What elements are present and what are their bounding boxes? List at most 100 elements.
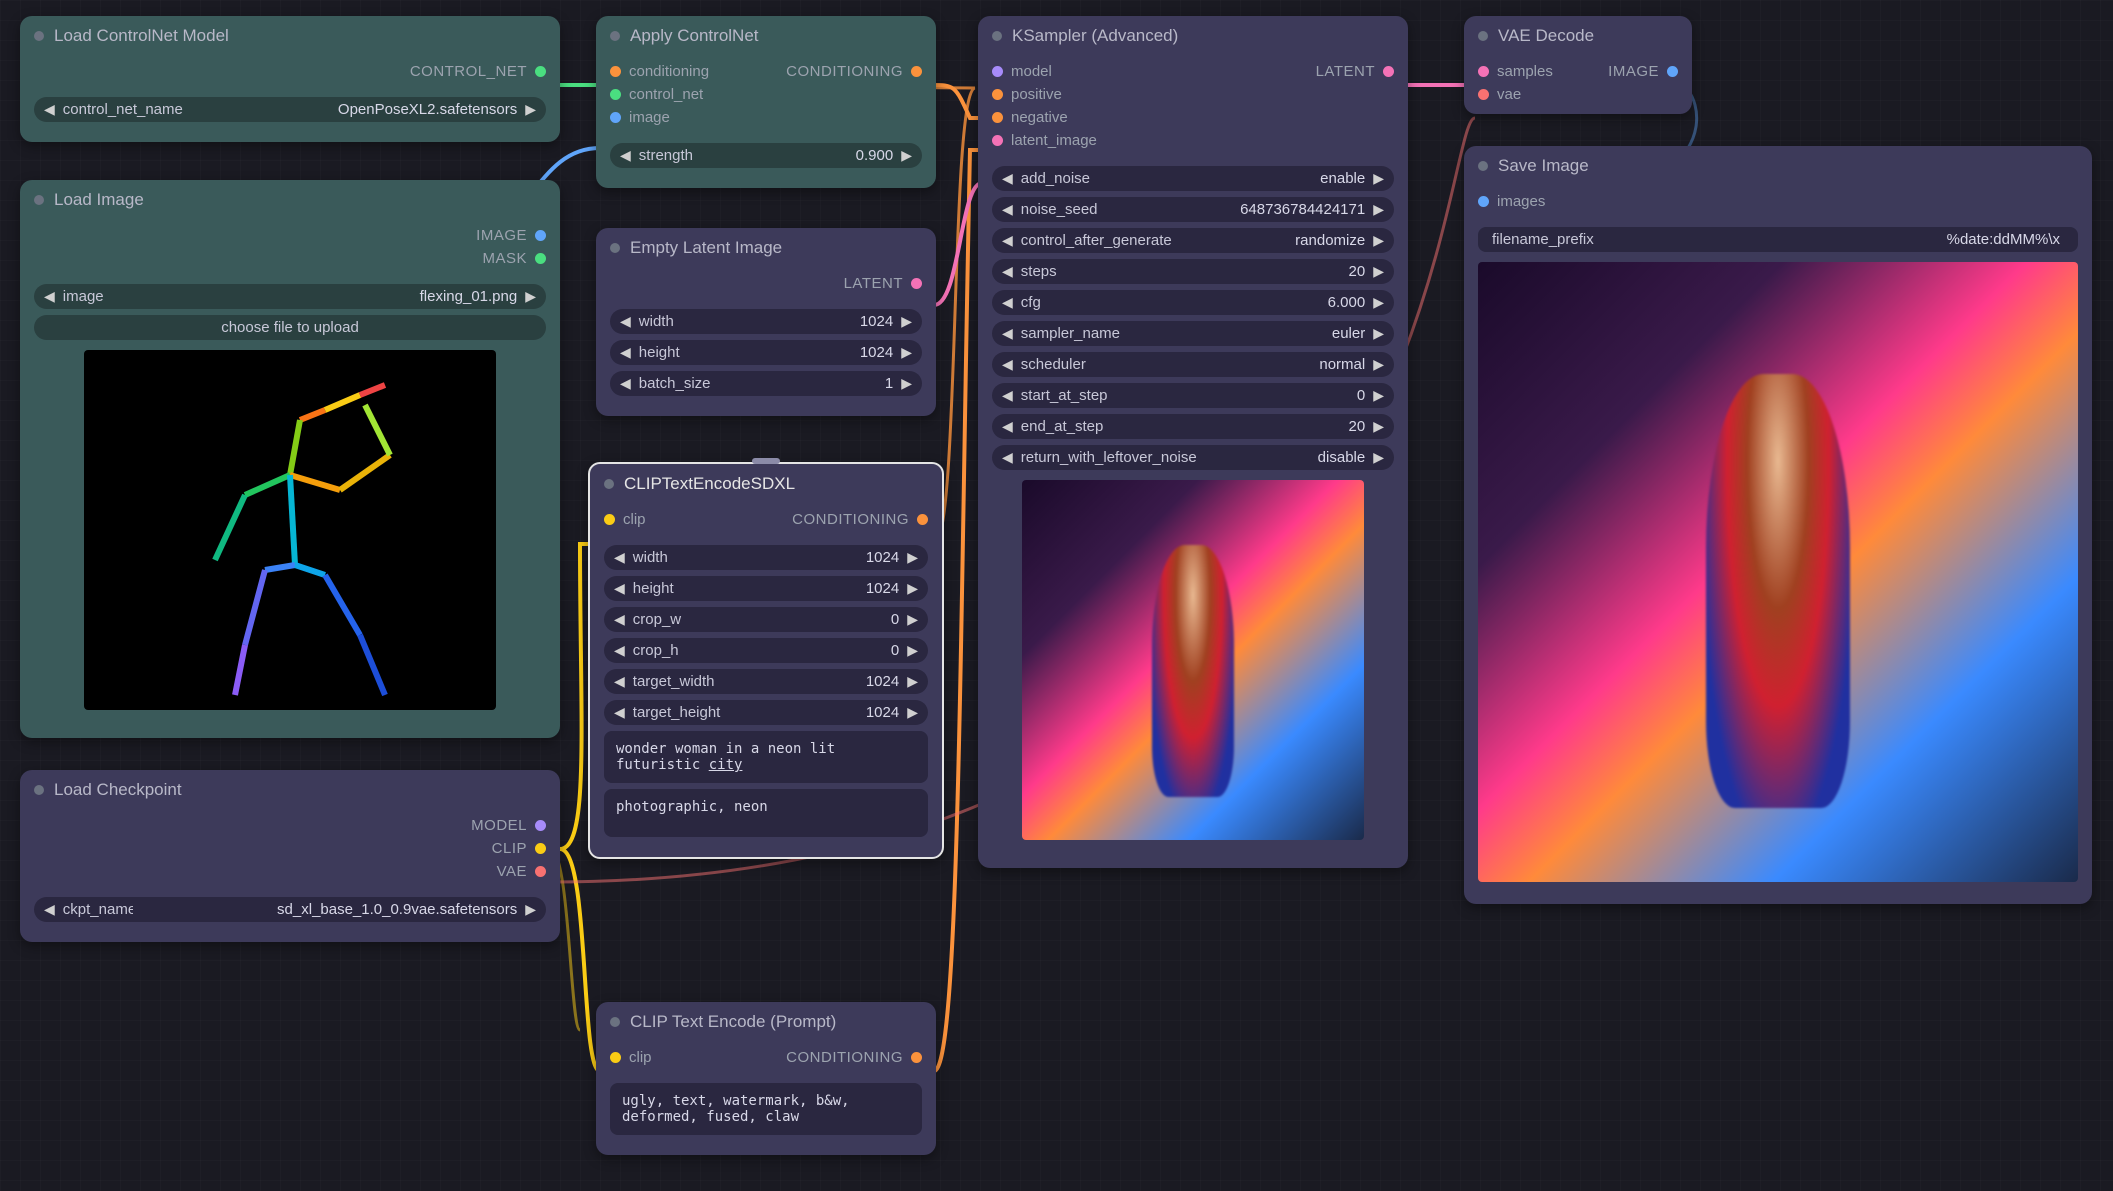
node-title[interactable]: VAE Decode bbox=[1464, 16, 1692, 56]
node-empty-latent-image[interactable]: Empty Latent Image LATENT ◀width1024▶ ◀h… bbox=[596, 228, 936, 416]
arrow-right-icon[interactable]: ▶ bbox=[907, 704, 918, 721]
arrow-right-icon[interactable]: ▶ bbox=[1373, 232, 1384, 249]
arrow-right-icon[interactable]: ▶ bbox=[907, 549, 918, 566]
port-dot-icon[interactable] bbox=[911, 1052, 922, 1063]
collapse-dot-icon[interactable] bbox=[1478, 31, 1488, 41]
widget-start-at-step[interactable]: ◀start_at_step0▶ bbox=[992, 383, 1394, 408]
port-dot-icon[interactable] bbox=[911, 66, 922, 77]
port-dot-icon[interactable] bbox=[535, 843, 546, 854]
arrow-left-icon[interactable]: ◀ bbox=[1002, 294, 1013, 311]
node-clip-text-encode-sdxl[interactable]: CLIPTextEncodeSDXL clip CONDITIONING ◀wi… bbox=[588, 462, 944, 859]
node-title[interactable]: Load Checkpoint bbox=[20, 770, 560, 810]
arrow-left-icon[interactable]: ◀ bbox=[1002, 170, 1013, 187]
port-dot-icon[interactable] bbox=[535, 230, 546, 241]
arrow-right-icon[interactable]: ▶ bbox=[1373, 356, 1384, 373]
resize-handle-icon[interactable] bbox=[752, 458, 780, 464]
widget-crop-h[interactable]: ◀crop_h0▶ bbox=[604, 638, 928, 663]
node-load-checkpoint[interactable]: Load Checkpoint MODEL CLIP VAE ◀ ckpt_na… bbox=[20, 770, 560, 942]
node-title[interactable]: KSampler (Advanced) bbox=[978, 16, 1408, 56]
widget-scheduler[interactable]: ◀schedulernormal▶ bbox=[992, 352, 1394, 377]
arrow-right-icon[interactable]: ▶ bbox=[1373, 418, 1384, 435]
arrow-right-icon[interactable]: ▶ bbox=[525, 901, 536, 918]
node-clip-text-encode-prompt[interactable]: CLIP Text Encode (Prompt) clip CONDITION… bbox=[596, 1002, 936, 1155]
widget-sampler-name[interactable]: ◀sampler_nameeuler▶ bbox=[992, 321, 1394, 346]
arrow-right-icon[interactable]: ▶ bbox=[901, 147, 912, 164]
node-save-image[interactable]: Save Image images filename_prefix %date:… bbox=[1464, 146, 2092, 904]
port-dot-icon[interactable] bbox=[535, 66, 546, 77]
collapse-dot-icon[interactable] bbox=[610, 31, 620, 41]
arrow-right-icon[interactable]: ▶ bbox=[907, 611, 918, 628]
port-dot-icon[interactable] bbox=[535, 253, 546, 264]
widget-image-file[interactable]: ◀ image flexing_01.png ▶ bbox=[34, 284, 546, 309]
collapse-dot-icon[interactable] bbox=[34, 195, 44, 205]
port-dot-icon[interactable] bbox=[911, 278, 922, 289]
widget-batch-size[interactable]: ◀batch_size1▶ bbox=[610, 371, 922, 396]
arrow-left-icon[interactable]: ◀ bbox=[1002, 356, 1013, 373]
widget-filename-prefix[interactable]: filename_prefix %date:ddMM%\x bbox=[1478, 227, 2078, 252]
collapse-dot-icon[interactable] bbox=[34, 31, 44, 41]
collapse-dot-icon[interactable] bbox=[34, 785, 44, 795]
arrow-left-icon[interactable]: ◀ bbox=[620, 147, 631, 164]
collapse-dot-icon[interactable] bbox=[1478, 161, 1488, 171]
node-ksampler-advanced[interactable]: KSampler (Advanced) model LATENT positiv… bbox=[978, 16, 1408, 868]
port-dot-icon[interactable] bbox=[535, 820, 546, 831]
arrow-left-icon[interactable]: ◀ bbox=[1002, 201, 1013, 218]
arrow-right-icon[interactable]: ▶ bbox=[1373, 294, 1384, 311]
node-vae-decode[interactable]: VAE Decode samples IMAGE vae bbox=[1464, 16, 1692, 114]
widget-crop-w[interactable]: ◀crop_w0▶ bbox=[604, 607, 928, 632]
arrow-right-icon[interactable]: ▶ bbox=[901, 344, 912, 361]
widget-target-height[interactable]: ◀target_height1024▶ bbox=[604, 700, 928, 725]
port-dot-icon[interactable] bbox=[610, 1052, 621, 1063]
arrow-right-icon[interactable]: ▶ bbox=[1373, 387, 1384, 404]
node-title[interactable]: CLIP Text Encode (Prompt) bbox=[596, 1002, 936, 1042]
widget-control-after-generate[interactable]: ◀control_after_generaterandomize▶ bbox=[992, 228, 1394, 253]
port-dot-icon[interactable] bbox=[992, 89, 1003, 100]
arrow-right-icon[interactable]: ▶ bbox=[1373, 263, 1384, 280]
widget-height[interactable]: ◀height1024▶ bbox=[604, 576, 928, 601]
arrow-left-icon[interactable]: ◀ bbox=[620, 375, 631, 392]
collapse-dot-icon[interactable] bbox=[610, 1017, 620, 1027]
node-load-controlnet-model[interactable]: Load ControlNet Model CONTROL_NET ◀ cont… bbox=[20, 16, 560, 142]
port-dot-icon[interactable] bbox=[604, 514, 615, 525]
arrow-left-icon[interactable]: ◀ bbox=[44, 901, 55, 918]
port-dot-icon[interactable] bbox=[610, 89, 621, 100]
node-title[interactable]: Apply ControlNet bbox=[596, 16, 936, 56]
port-dot-icon[interactable] bbox=[917, 514, 928, 525]
port-dot-icon[interactable] bbox=[992, 135, 1003, 146]
collapse-dot-icon[interactable] bbox=[992, 31, 1002, 41]
node-title[interactable]: CLIPTextEncodeSDXL bbox=[590, 464, 942, 504]
node-title[interactable]: Empty Latent Image bbox=[596, 228, 936, 268]
widget-return-with-leftover-noise[interactable]: ◀return_with_leftover_noisedisable▶ bbox=[992, 445, 1394, 470]
port-dot-icon[interactable] bbox=[1478, 89, 1489, 100]
widget-control-net-name[interactable]: ◀ control_net_name OpenPoseXL2.safetenso… bbox=[34, 97, 546, 122]
widget-height[interactable]: ◀height1024▶ bbox=[610, 340, 922, 365]
collapse-dot-icon[interactable] bbox=[604, 479, 614, 489]
widget-width[interactable]: ◀width1024▶ bbox=[610, 309, 922, 334]
node-title[interactable]: Load Image bbox=[20, 180, 560, 220]
widget-end-at-step[interactable]: ◀end_at_step20▶ bbox=[992, 414, 1394, 439]
node-title[interactable]: Save Image bbox=[1464, 146, 2092, 186]
arrow-right-icon[interactable]: ▶ bbox=[1373, 325, 1384, 342]
port-dot-icon[interactable] bbox=[1383, 66, 1394, 77]
text-g-input[interactable]: wonder woman in a neon lit futuristic ci… bbox=[604, 731, 928, 783]
widget-ckpt-name[interactable]: ◀ ckpt_name sd_xl_base_1.0_0.9vae.safete… bbox=[34, 897, 546, 922]
arrow-right-icon[interactable]: ▶ bbox=[525, 288, 536, 305]
port-dot-icon[interactable] bbox=[1667, 66, 1678, 77]
arrow-left-icon[interactable]: ◀ bbox=[1002, 232, 1013, 249]
node-title[interactable]: Load ControlNet Model bbox=[20, 16, 560, 56]
arrow-right-icon[interactable]: ▶ bbox=[907, 642, 918, 659]
widget-noise-seed[interactable]: ◀noise_seed648736784424171▶ bbox=[992, 197, 1394, 222]
port-dot-icon[interactable] bbox=[610, 66, 621, 77]
port-dot-icon[interactable] bbox=[1478, 196, 1489, 207]
arrow-left-icon[interactable]: ◀ bbox=[614, 642, 625, 659]
widget-width[interactable]: ◀width1024▶ bbox=[604, 545, 928, 570]
widget-strength[interactable]: ◀ strength 0.900 ▶ bbox=[610, 143, 922, 168]
widget-add-noise[interactable]: ◀add_noiseenable▶ bbox=[992, 166, 1394, 191]
arrow-left-icon[interactable]: ◀ bbox=[1002, 449, 1013, 466]
collapse-dot-icon[interactable] bbox=[610, 243, 620, 253]
arrow-right-icon[interactable]: ▶ bbox=[907, 673, 918, 690]
port-dot-icon[interactable] bbox=[610, 112, 621, 123]
port-dot-icon[interactable] bbox=[992, 66, 1003, 77]
arrow-left-icon[interactable]: ◀ bbox=[614, 549, 625, 566]
arrow-left-icon[interactable]: ◀ bbox=[44, 101, 55, 118]
